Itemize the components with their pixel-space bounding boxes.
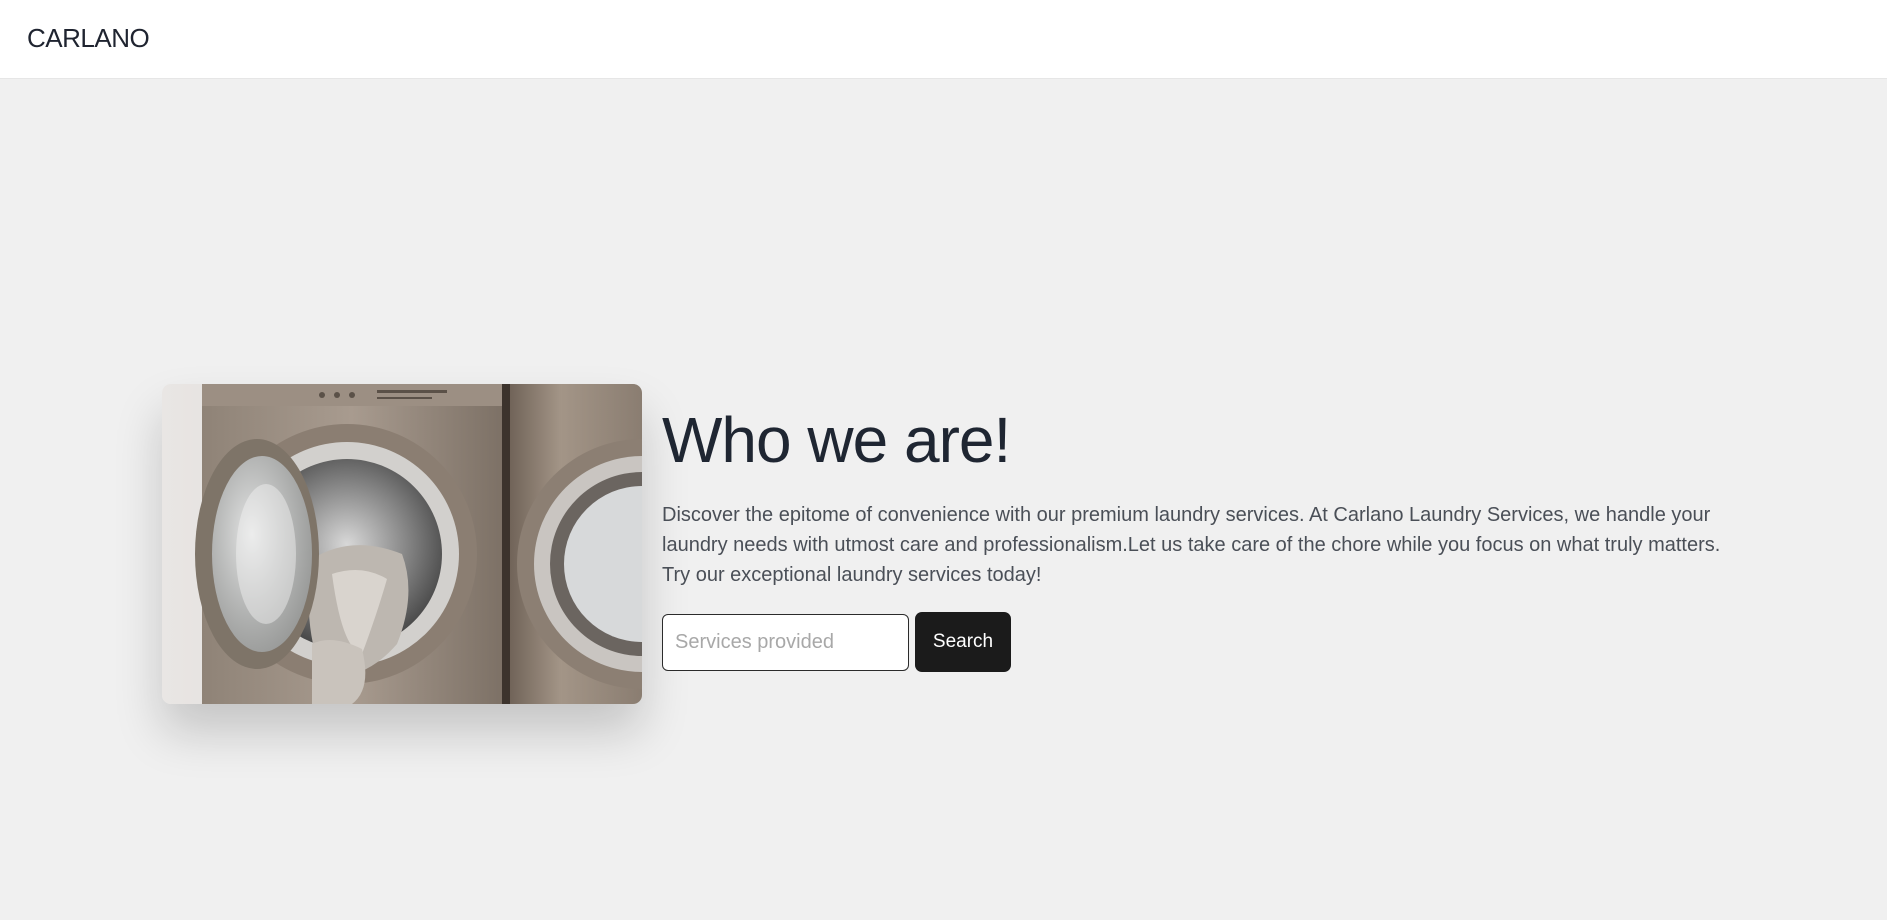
hero-content: Who we are! Discover the epitome of conv… [662, 400, 1732, 672]
services-search-input[interactable] [662, 613, 909, 671]
search-button[interactable]: Search [915, 612, 1011, 672]
washing-machine-illustration [162, 384, 642, 704]
brand-logo-link[interactable]: CARLANO [27, 23, 150, 54]
hero-description: Discover the epitome of convenience with… [662, 504, 1721, 586]
search-form: Search [662, 612, 1732, 672]
hero-image [162, 384, 642, 704]
hero-title: Who we are! [662, 404, 1011, 476]
navbar: CARLANO [0, 0, 1887, 79]
